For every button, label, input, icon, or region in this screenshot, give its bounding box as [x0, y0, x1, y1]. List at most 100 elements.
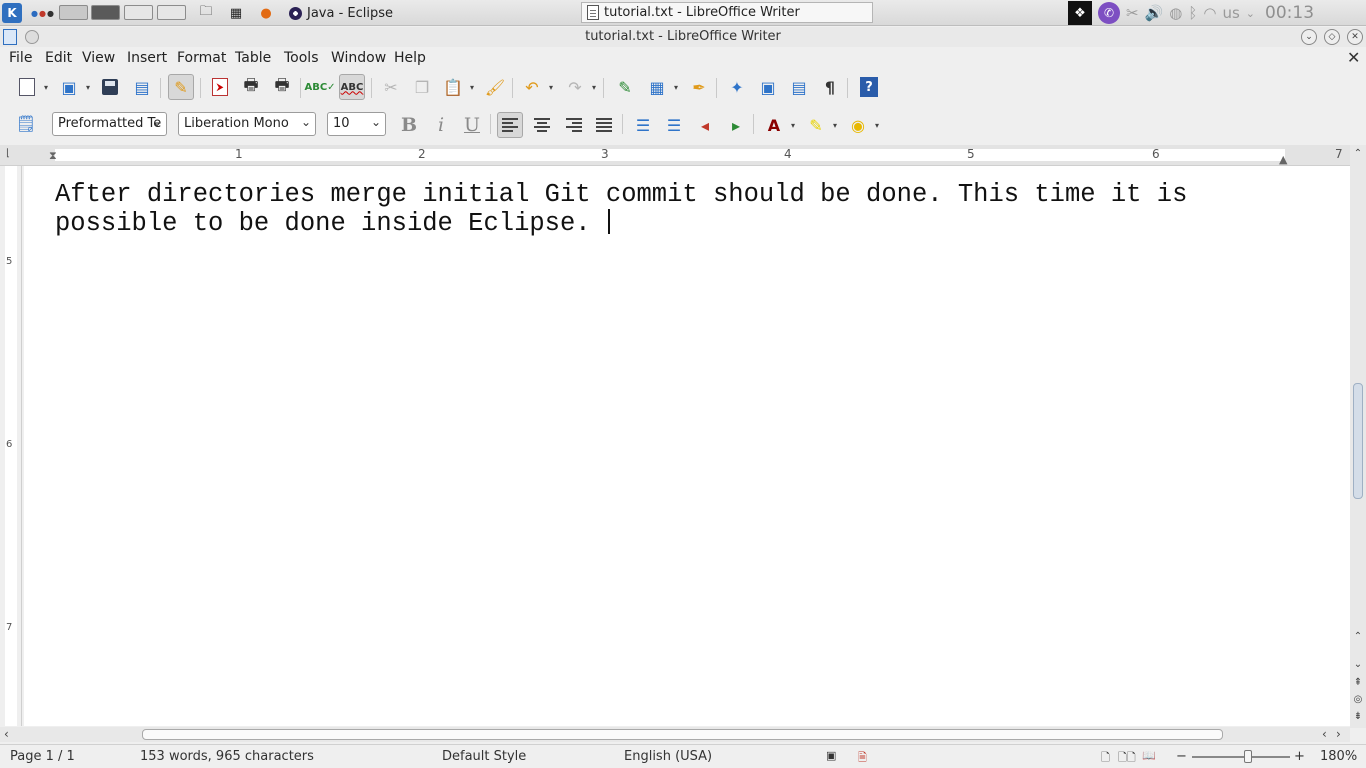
- left-indent-marker[interactable]: ⧗: [49, 149, 57, 163]
- save-button[interactable]: [97, 74, 123, 100]
- data-sources-button[interactable]: ▤: [786, 74, 812, 100]
- bold-button[interactable]: B: [396, 112, 422, 138]
- gallery-button[interactable]: ▣: [755, 74, 781, 100]
- document-page[interactable]: After directories merge initial Git comm…: [24, 166, 1350, 726]
- zoom-in-icon[interactable]: +: [1294, 749, 1305, 764]
- zoom-slider[interactable]: [1192, 756, 1290, 758]
- scroll-left-arrow-icon[interactable]: ‹: [1322, 727, 1327, 741]
- viber-icon[interactable]: ✆: [1098, 2, 1120, 24]
- cut-button[interactable]: ✂: [378, 74, 404, 100]
- page-indicator[interactable]: Page 1 / 1: [10, 749, 75, 764]
- word-count[interactable]: 153 words, 965 characters: [140, 749, 314, 764]
- font-color-button[interactable]: A ▾: [761, 112, 795, 138]
- task-eclipse[interactable]: Java - Eclipse: [289, 3, 393, 23]
- open-button[interactable]: ▣ ▾: [56, 74, 90, 100]
- bullets-button[interactable]: ☰: [661, 112, 687, 138]
- export-button[interactable]: ▤: [129, 74, 155, 100]
- clock[interactable]: 00:13: [1265, 3, 1314, 23]
- show-draw-functions-button[interactable]: ✒: [686, 74, 712, 100]
- styles-and-formatting-button[interactable]: 🗒: [13, 110, 39, 136]
- menu-table[interactable]: Table: [235, 50, 271, 66]
- scroll-right-arrow-icon[interactable]: ›: [1336, 727, 1341, 741]
- print-button[interactable]: 🖶: [238, 74, 264, 100]
- clone-formatting-button[interactable]: 🖌: [482, 74, 508, 100]
- document-paragraph[interactable]: After directories merge initial Git comm…: [55, 180, 1203, 238]
- zoom-out-icon[interactable]: −: [1176, 749, 1187, 764]
- menu-view[interactable]: View: [82, 50, 115, 66]
- right-indent-marker[interactable]: ▲: [1279, 153, 1287, 166]
- hyperlink-button[interactable]: ✎: [612, 74, 638, 100]
- font-size-select[interactable]: 10 ⌄: [327, 112, 386, 136]
- menu-file[interactable]: File: [9, 50, 32, 66]
- document-text-area[interactable]: After directories merge initial Git comm…: [55, 180, 1285, 238]
- horizontal-ruler[interactable]: ⌊ 1 2 3 4 5 6 7 ⧗ ▲: [0, 145, 1350, 166]
- edit-mode-button[interactable]: ✎: [168, 74, 194, 100]
- formatting-marks-button[interactable]: ¶: [817, 74, 843, 100]
- multi-page-view-icon[interactable]: 🗋🗋: [1118, 749, 1136, 768]
- zoom-slider-knob[interactable]: [1244, 750, 1252, 763]
- scroll-up-icon[interactable]: ⌃: [1351, 147, 1365, 161]
- menu-edit[interactable]: Edit: [45, 50, 72, 66]
- menu-insert[interactable]: Insert: [127, 50, 167, 66]
- highlighting-button[interactable]: ✎ ▾: [803, 112, 837, 138]
- navigator-button[interactable]: ✦: [724, 74, 750, 100]
- book-view-icon[interactable]: 📖: [1142, 749, 1156, 762]
- clipboard-icon[interactable]: ✂: [1126, 4, 1139, 22]
- bluetooth-icon[interactable]: ᛒ: [1188, 4, 1197, 22]
- underline-button[interactable]: U: [459, 112, 485, 138]
- undo-button[interactable]: ↶ ▾: [519, 74, 553, 100]
- italic-button[interactable]: i: [428, 112, 454, 138]
- window-close-button[interactable]: ✕: [1347, 29, 1363, 45]
- keyboard-layout-indicator[interactable]: us: [1222, 4, 1239, 22]
- close-document-icon[interactable]: ✕: [1347, 48, 1360, 67]
- export-pdf-button[interactable]: ⮞: [207, 74, 233, 100]
- calendar-icon[interactable]: ▦: [227, 4, 245, 22]
- zoom-level[interactable]: 180%: [1320, 749, 1357, 764]
- new-document-button[interactable]: ▾: [14, 74, 48, 100]
- vertical-scroll-thumb[interactable]: [1353, 383, 1363, 499]
- language[interactable]: English (USA): [624, 749, 712, 764]
- activities-icon[interactable]: ● ● ●: [31, 3, 55, 23]
- kde-launcher-button[interactable]: K: [2, 3, 22, 23]
- minimize-button[interactable]: ⌄: [1301, 29, 1317, 45]
- menu-tools[interactable]: Tools: [284, 50, 319, 66]
- horizontal-scroll-thumb[interactable]: [142, 729, 1223, 740]
- scroll-left-icon[interactable]: ‹: [4, 727, 9, 741]
- scroll-down-arrow-icon[interactable]: ⌄: [1351, 658, 1365, 672]
- help-button[interactable]: ?: [856, 74, 882, 100]
- decrease-indent-button[interactable]: ◂: [692, 112, 718, 138]
- autospellcheck-button[interactable]: ABC: [339, 74, 365, 100]
- justify-button[interactable]: [591, 112, 617, 138]
- menu-format[interactable]: Format: [177, 50, 226, 66]
- desktop-1-button[interactable]: [59, 5, 88, 20]
- previous-page-icon[interactable]: ⇞: [1351, 676, 1365, 690]
- task-libreoffice-writer[interactable]: tutorial.txt - LibreOffice Writer: [581, 2, 873, 23]
- spellcheck-button[interactable]: ABC✓: [304, 74, 335, 100]
- next-page-icon[interactable]: ⇟: [1351, 710, 1365, 724]
- menu-window[interactable]: Window: [331, 50, 386, 66]
- page-style[interactable]: Default Style: [442, 749, 526, 764]
- vertical-scrollbar[interactable]: ⌃ ⌃ ⌄ ⇞ ◎ ⇟: [1350, 145, 1366, 728]
- horizontal-scrollbar[interactable]: ‹ ‹ ›: [0, 727, 1350, 742]
- background-color-button[interactable]: ◉ ▾: [845, 112, 879, 138]
- window-titlebar[interactable]: tutorial.txt - LibreOffice Writer ⌄ ◇ ✕: [0, 27, 1366, 47]
- scroll-up-arrow-icon[interactable]: ⌃: [1351, 630, 1365, 644]
- redo-button[interactable]: ↷ ▾: [562, 74, 596, 100]
- align-left-button[interactable]: [497, 112, 523, 138]
- paste-button[interactable]: 📋 ▾: [440, 74, 474, 100]
- copy-button[interactable]: ❐: [409, 74, 435, 100]
- navigation-icon[interactable]: ◎: [1351, 693, 1365, 707]
- single-page-view-icon[interactable]: 🗋: [1101, 749, 1110, 768]
- tab-stop-icon[interactable]: ⌊: [6, 148, 10, 159]
- desktop-4-button[interactable]: [157, 5, 186, 20]
- firefox-icon[interactable]: ●: [257, 4, 275, 22]
- dropbox-icon[interactable]: ❖: [1068, 1, 1092, 25]
- insert-table-button[interactable]: ▦ ▾: [644, 74, 678, 100]
- wifi-icon[interactable]: ◠: [1203, 4, 1216, 22]
- network-icon[interactable]: ◍: [1169, 4, 1182, 22]
- file-manager-icon[interactable]: 🗀: [197, 4, 215, 22]
- insert-mode-icon[interactable]: ▣: [826, 749, 836, 762]
- paragraph-style-select[interactable]: Preformatted Te ⌄: [52, 112, 167, 136]
- print-preview-button[interactable]: 🖶: [269, 74, 295, 100]
- tray-expand-chevron-icon[interactable]: ⌄: [1246, 7, 1255, 20]
